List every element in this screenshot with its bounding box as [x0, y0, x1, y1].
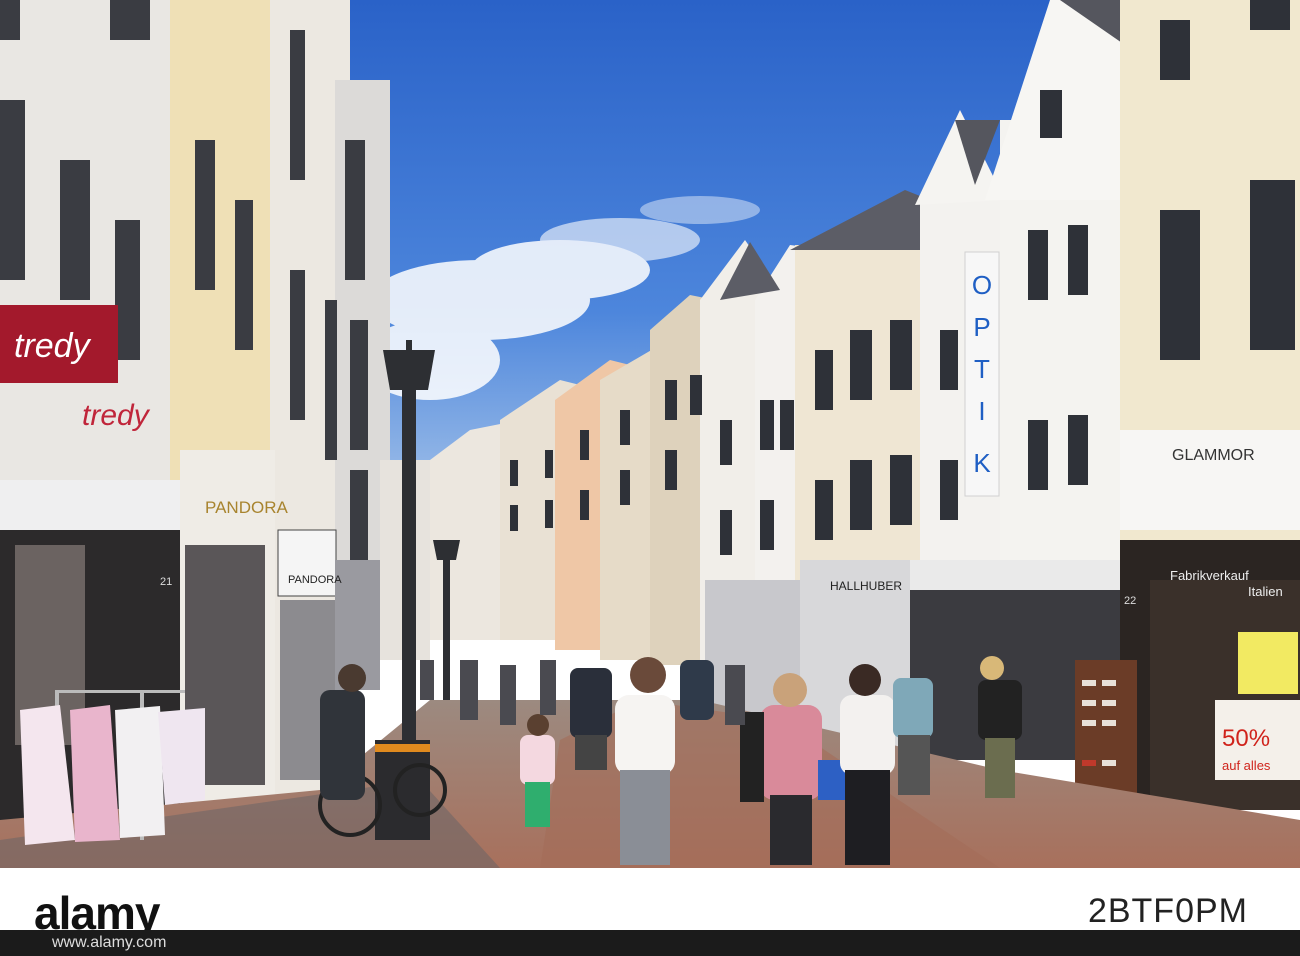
sale-text: 50%: [1222, 725, 1270, 752]
house-number-22: 22: [1124, 595, 1136, 607]
glammor-text: GLAMMOR: [1172, 447, 1255, 464]
street-photo: tredy tredy PANDORA PANDORA O P T I K GL…: [0, 0, 1300, 868]
hallhuber-text: HALLHUBER: [830, 579, 902, 593]
yellow-poster: [1238, 632, 1298, 694]
house-number-21: 21: [160, 576, 172, 588]
optik-p: P: [973, 312, 990, 342]
optik-o: O: [972, 270, 992, 300]
left-buildings: [0, 0, 430, 860]
optik-t: T: [974, 354, 990, 384]
tredy-sign-text: tredy: [14, 327, 92, 365]
watermark-url: www.alamy.com: [52, 934, 167, 951]
watermark-bar: [0, 930, 1300, 956]
pandora-upper-text: PANDORA: [205, 498, 288, 517]
optik-i: I: [978, 396, 985, 426]
tredy-lower-text: tredy: [82, 399, 151, 432]
pandora-box-text: PANDORA: [288, 574, 342, 586]
sale-sub-text: auf alles: [1222, 758, 1271, 773]
image-id: 2BTF0PM: [1087, 892, 1248, 930]
trash-bin: [375, 740, 430, 840]
fabrikverkauf-text: Fabrikverkauf: [1170, 568, 1249, 583]
italien-text: Italien: [1248, 584, 1283, 599]
optik-k: K: [973, 448, 991, 478]
